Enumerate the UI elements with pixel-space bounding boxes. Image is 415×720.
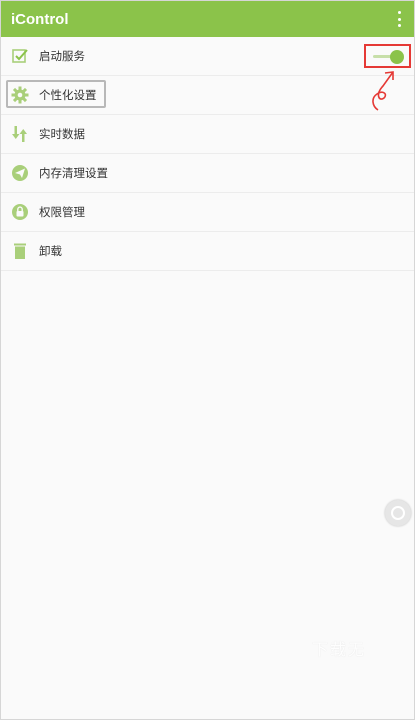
- checkbox-check-icon: [12, 49, 28, 63]
- annotation-arrow: [372, 71, 394, 111]
- watermark: 下载无: [312, 640, 367, 659]
- list-item-uninstall[interactable]: 卸载: [1, 232, 414, 271]
- settings-list: 启动服务 个性化设置 实时数据 内存清理设置 权限管理 卸载: [1, 37, 414, 271]
- paper-plane-icon: [12, 165, 28, 181]
- up-down-arrows-icon: [12, 126, 27, 142]
- app-bar: iControl: [1, 1, 414, 37]
- more-vertical-icon[interactable]: [396, 11, 402, 27]
- list-item-label: 实时数据: [39, 127, 85, 141]
- trash-icon: [14, 243, 26, 259]
- floating-assist-button[interactable]: [385, 500, 411, 526]
- list-item-label: 内存清理设置: [39, 166, 108, 180]
- focus-highlight: [6, 80, 106, 108]
- lock-icon: [12, 204, 28, 220]
- list-item-label: 启动服务: [39, 49, 85, 63]
- list-item-start-service[interactable]: 启动服务: [1, 37, 414, 76]
- list-item-permissions[interactable]: 权限管理: [1, 193, 414, 232]
- list-item-label: 卸载: [39, 244, 62, 258]
- list-item-memory-clean[interactable]: 内存清理设置: [1, 154, 414, 193]
- list-item-realtime-data[interactable]: 实时数据: [1, 115, 414, 154]
- list-item-label: 权限管理: [39, 205, 85, 219]
- app-title: iControl: [11, 10, 69, 28]
